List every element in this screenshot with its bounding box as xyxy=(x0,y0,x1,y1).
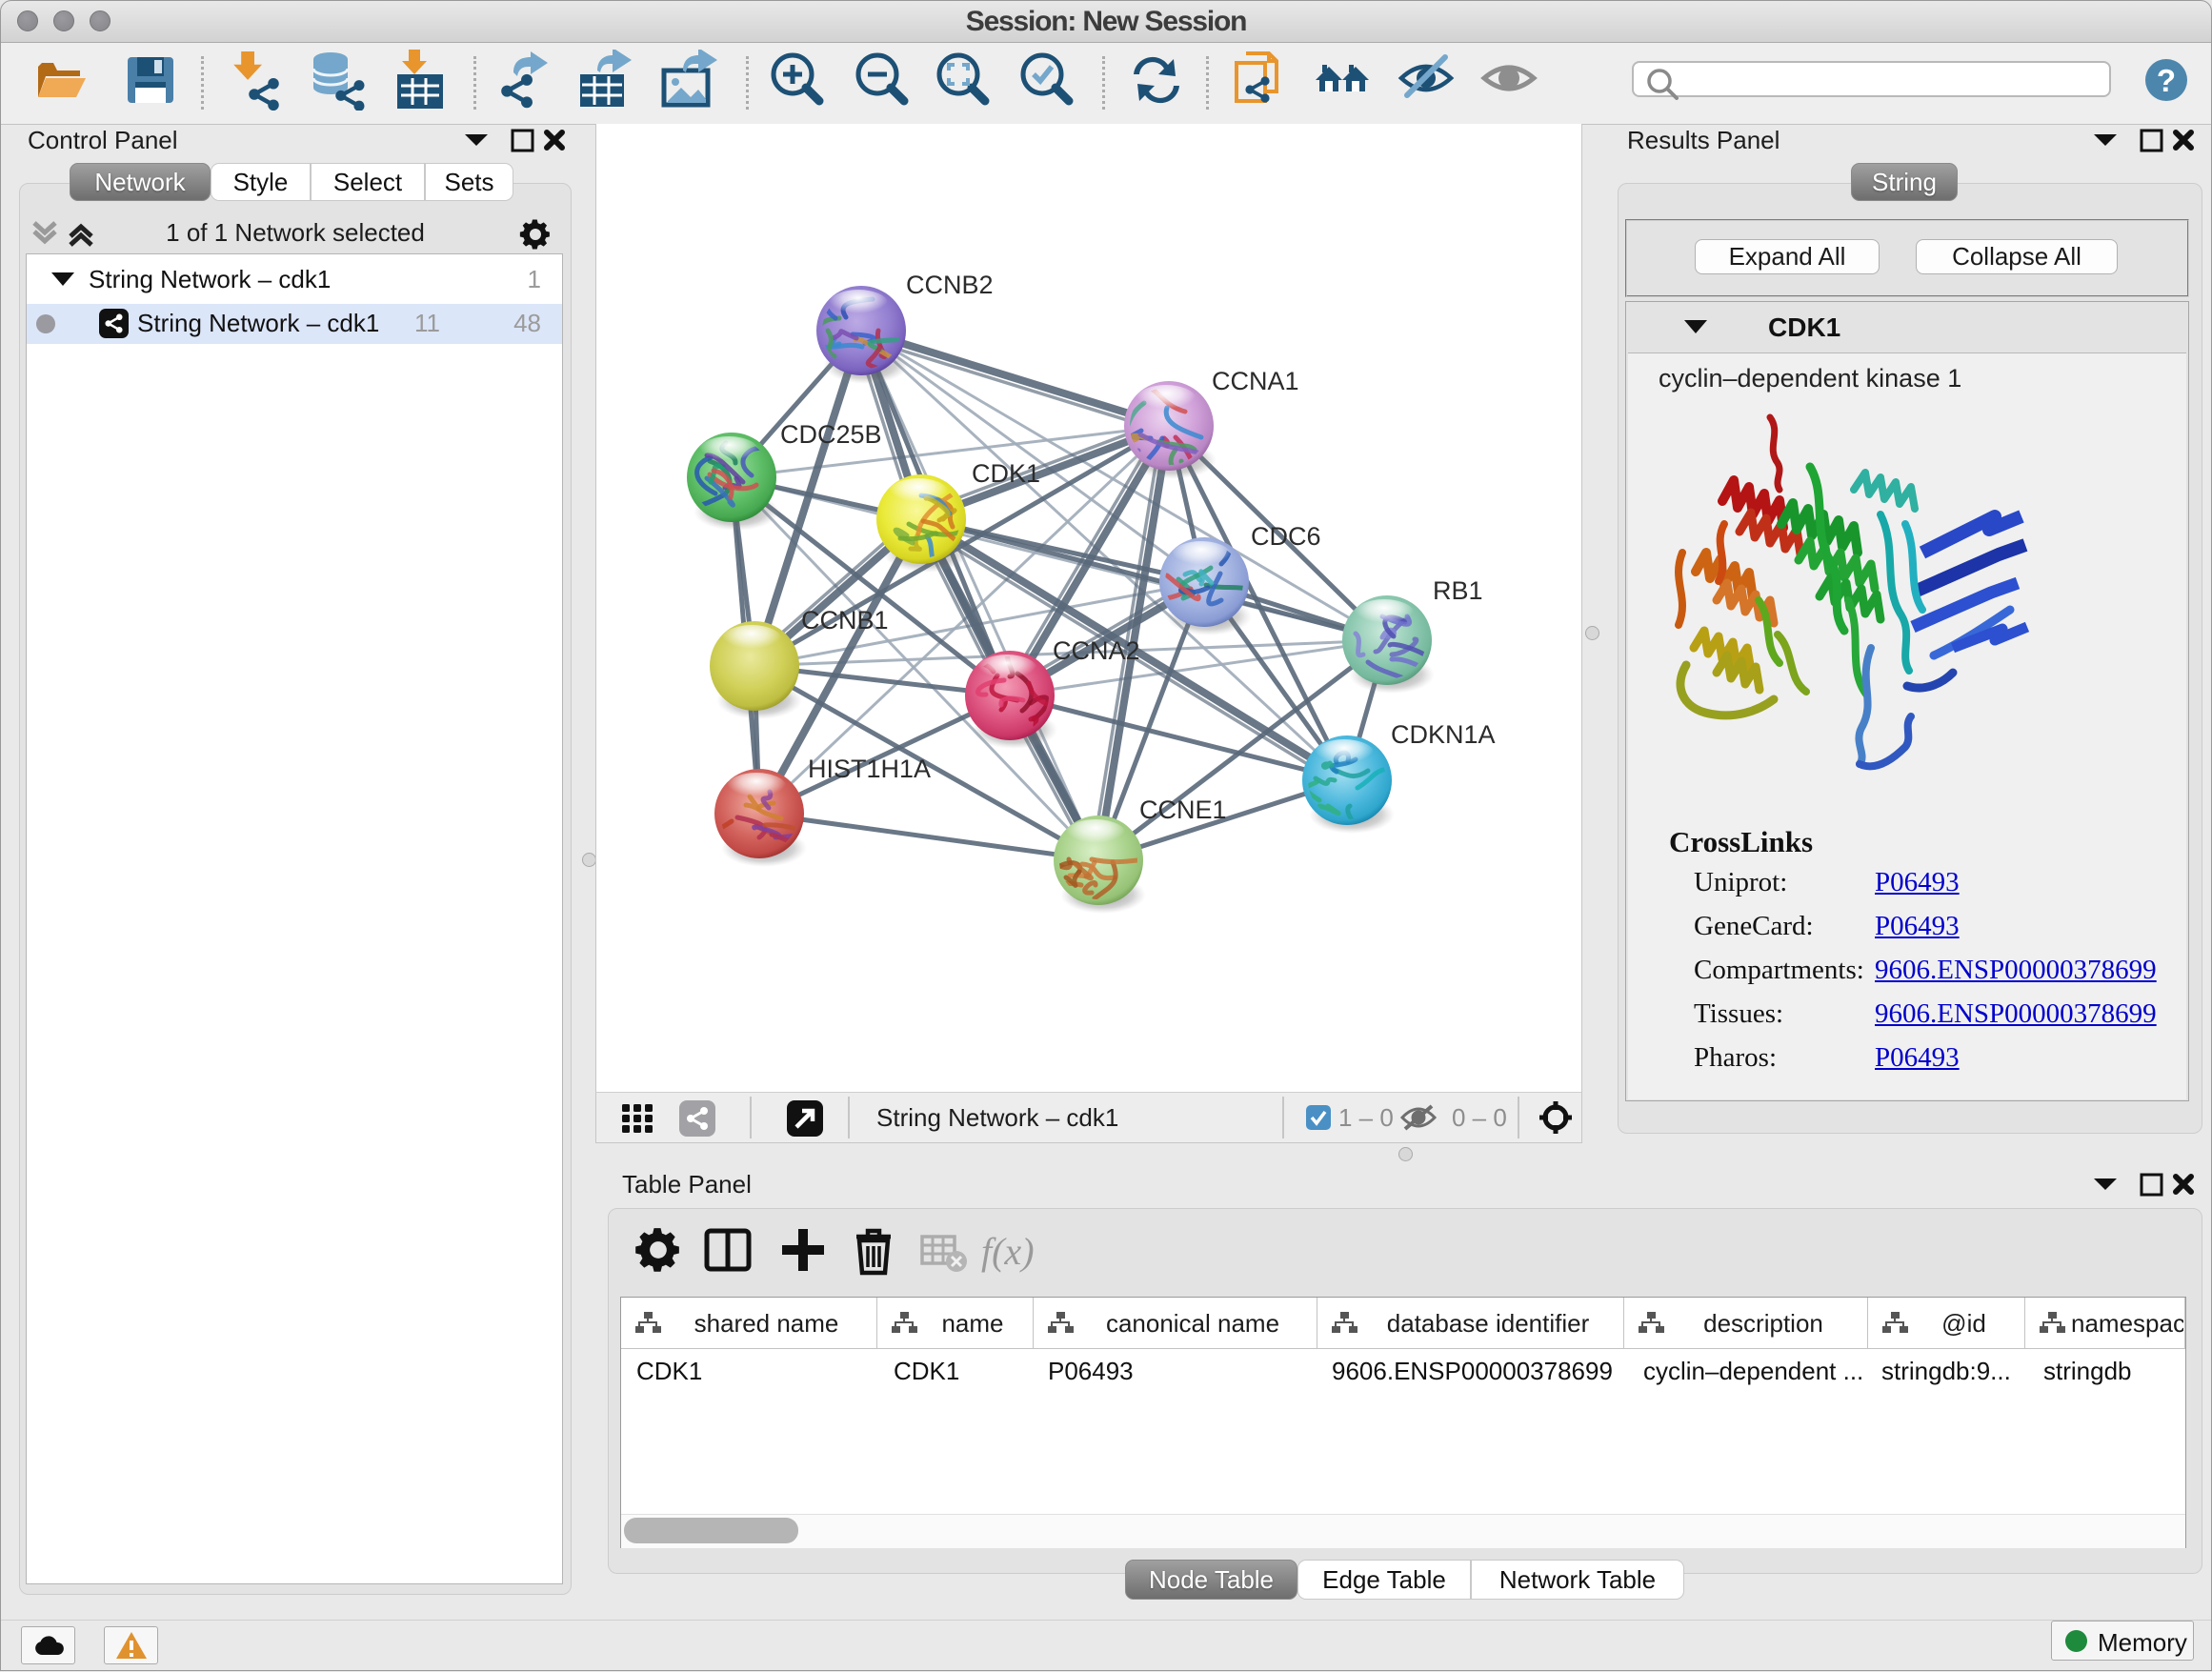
svg-text:CCNA1: CCNA1 xyxy=(1212,367,1299,395)
svg-text:CDKN1A: CDKN1A xyxy=(1391,720,1496,749)
svg-text:CDC6: CDC6 xyxy=(1251,522,1321,551)
svg-text:RB1: RB1 xyxy=(1433,576,1483,605)
svg-text:1 – 0: 1 – 0 xyxy=(1338,1103,1394,1132)
svg-text:0 – 0: 0 – 0 xyxy=(1452,1103,1507,1132)
svg-text:CDK1: CDK1 xyxy=(972,459,1040,488)
svg-text:CCNA2: CCNA2 xyxy=(1053,636,1140,665)
svg-text:CCNB2: CCNB2 xyxy=(906,271,994,299)
svg-text:HIST1H1A: HIST1H1A xyxy=(808,755,931,783)
svg-text:CCNE1: CCNE1 xyxy=(1139,796,1227,824)
svg-text:CCNB1: CCNB1 xyxy=(801,606,889,635)
svg-text:String Network – cdk1: String Network – cdk1 xyxy=(876,1103,1118,1132)
svg-text:?: ? xyxy=(2157,63,2176,98)
svg-text:CDC25B: CDC25B xyxy=(780,420,882,449)
